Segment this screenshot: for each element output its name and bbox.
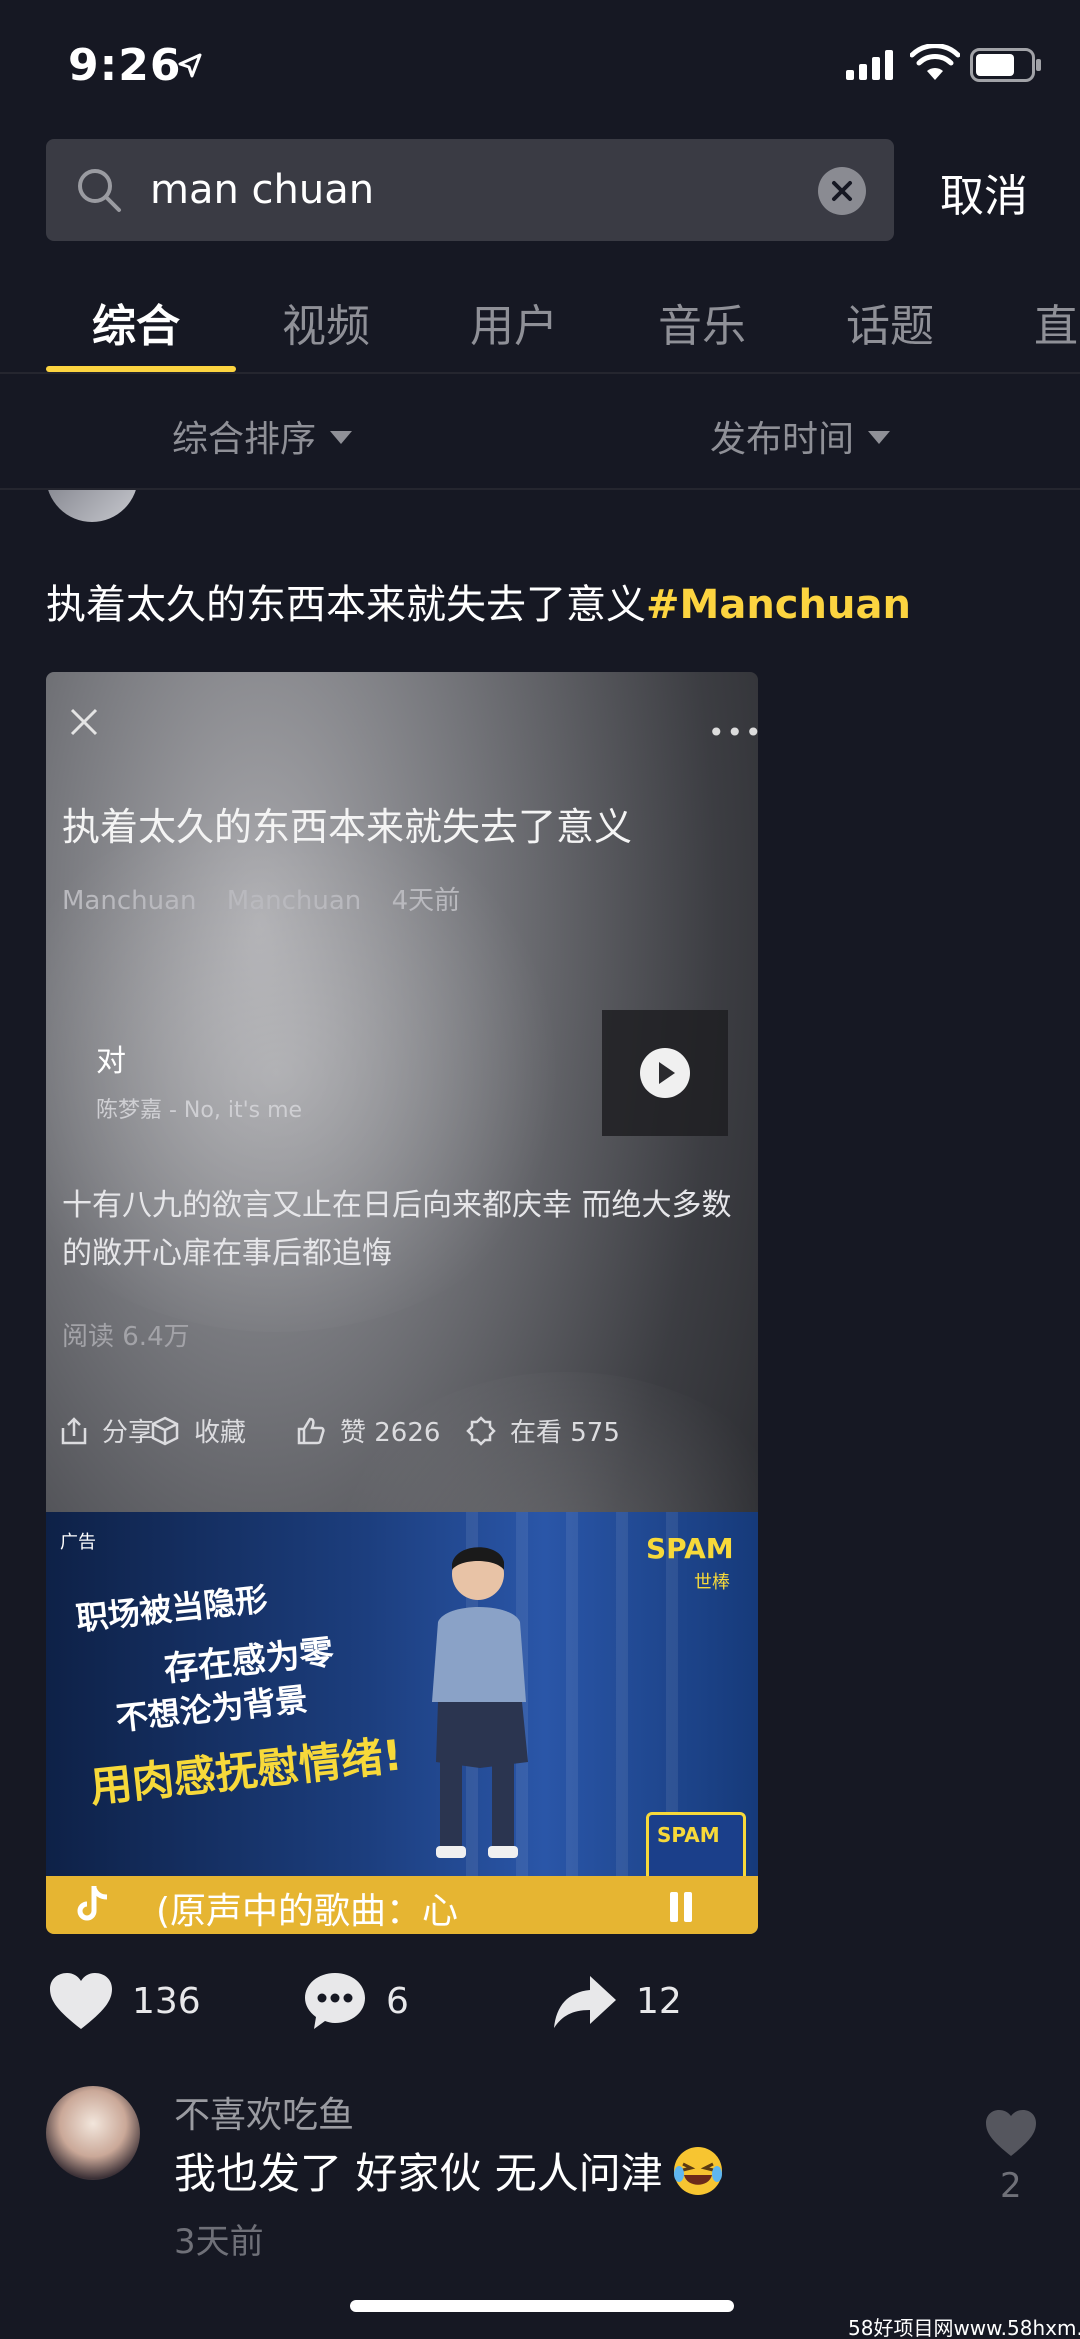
ad-slogan-1: 职场被当隐形 <box>74 1580 270 1638</box>
search-category-tabs: 综合 视频 用户 音乐 话题 直 <box>0 270 1080 372</box>
article-title: 执着太久的东西本来就失去了意义 <box>62 805 633 849</box>
comment-button[interactable]: 6 <box>302 1966 409 2036</box>
caret-down-icon <box>330 430 353 444</box>
ad-brand-sub: 世棒 <box>694 1572 730 1593</box>
location-arrow-icon <box>178 53 202 78</box>
share-arrow-icon <box>554 1976 616 2028</box>
comment-count: 6 <box>386 1980 409 2022</box>
watching-label: 在看 575 <box>510 1418 620 1448</box>
comment-text-content: 我也发了 好家伙 无人问津 <box>174 2149 663 2198</box>
play-icon <box>640 1048 690 1098</box>
comment-like-heart-icon[interactable] <box>984 2108 1038 2158</box>
sort-dropdown[interactable]: 综合排序 <box>172 410 353 462</box>
article-author: Manchuan <box>226 886 362 916</box>
publish-time-dropdown[interactable]: 发布时间 <box>710 410 891 462</box>
pause-icon[interactable] <box>664 1890 698 1924</box>
song-artist: 陈梦嘉 - No, it's me <box>96 1098 303 1123</box>
clear-search-button[interactable] <box>818 167 866 215</box>
cube-icon <box>151 1416 179 1445</box>
cancel-button[interactable]: 取消 <box>940 160 1028 224</box>
filter-bar: 综合排序 发布时间 <box>0 374 1080 488</box>
ad-slogan-3: 不想沦为背景 <box>114 1680 310 1738</box>
publish-time-label: 发布时间 <box>710 419 855 460</box>
tab-topics[interactable]: 话题 <box>846 290 934 354</box>
ad-person-image <box>432 1547 528 1858</box>
status-bar: 9:26 <box>0 0 1080 130</box>
comment-like-count: 2 <box>1000 2166 1022 2206</box>
badge-icon <box>466 1415 496 1446</box>
share-action: 分享 <box>60 1412 154 1449</box>
like-label: 赞 2626 <box>340 1418 441 1448</box>
post-author-row <box>0 490 1080 530</box>
article-body: 十有八九的欲言又止在日后向来都庆幸 而绝大多数的敞开心扉在事后都追悔 <box>62 1188 732 1271</box>
share-count: 12 <box>636 1980 682 2022</box>
search-bar[interactable] <box>46 139 894 241</box>
avatar[interactable] <box>46 2086 140 2180</box>
comment-username[interactable]: 不喜欢吃鱼 <box>174 2086 354 2138</box>
article-meta: Manchuan Manchuan 4天前 <box>62 880 482 917</box>
collect-label: 收藏 <box>194 1418 247 1448</box>
tab-users[interactable]: 用户 <box>470 290 558 354</box>
heart-icon <box>50 1973 112 2029</box>
comment-text: 我也发了 好家伙 无人问津 <box>174 2140 725 2201</box>
status-time: 9:26 <box>68 40 182 91</box>
like-count: 136 <box>132 1980 201 2022</box>
close-icon <box>832 181 852 201</box>
share-icon <box>61 1416 87 1444</box>
watermark: 58好项目网www.58hxm.com <box>848 2316 1080 2339</box>
ad-brand: SPAM <box>646 1532 734 1565</box>
post-caption-text: 执着太久的东西本来就失去了意义 <box>46 582 646 628</box>
share-label: 分享 <box>102 1418 155 1448</box>
comment-icon <box>305 1973 365 2029</box>
share-button[interactable]: 12 <box>552 1966 682 2036</box>
ad-product-brand: SPAM <box>657 1823 720 1847</box>
read-count: 阅读 6.4万 <box>62 1322 190 1352</box>
article-date: 4天前 <box>391 886 461 916</box>
post-caption: 执着太久的东西本来就失去了意义#Manchuan <box>46 572 911 630</box>
tab-comprehensive[interactable]: 综合 <box>92 290 180 354</box>
watching-action: 在看 575 <box>466 1412 620 1449</box>
music-title: (原声中的歌曲：心 <box>156 1891 459 1932</box>
home-indicator <box>350 2300 734 2312</box>
like-button[interactable]: 136 <box>48 1966 201 2036</box>
article-actions: 分享 收藏 赞 2626 在看 575 <box>46 1412 758 1472</box>
song-title: 对 <box>96 1044 126 1079</box>
cellular-signal-icon <box>846 50 893 80</box>
tab-videos[interactable]: 视频 <box>282 290 370 354</box>
sort-label: 综合排序 <box>172 419 317 460</box>
curtain-stripe <box>616 1512 628 1934</box>
collect-action: 收藏 <box>150 1412 246 1449</box>
caret-down-icon <box>868 430 891 444</box>
tiktok-logo-icon <box>77 1886 108 1921</box>
thumbs-up-icon <box>297 1417 325 1444</box>
article-source: Manchuan <box>62 886 197 916</box>
comment-time: 3天前 <box>174 2222 264 2262</box>
more-icon: ••• <box>708 716 758 749</box>
wifi-icon <box>910 44 960 80</box>
hashtag-link[interactable]: #Manchuan <box>646 582 911 628</box>
search-input[interactable] <box>150 159 750 221</box>
curtain-stripe <box>566 1512 578 1934</box>
tab-music[interactable]: 音乐 <box>658 290 746 354</box>
video-player[interactable]: ••• 执着太久的东西本来就失去了意义 Manchuan Manchuan 4天… <box>46 672 758 1934</box>
like-action: 赞 2626 <box>296 1412 440 1449</box>
music-bar: (原声中的歌曲：心 <box>46 1876 758 1934</box>
ad-banner[interactable]: 广告 职场被当隐形 存在感为零 不想沦为背景 用肉感抚慰情绪! SPAM 世棒 … <box>46 1512 758 1934</box>
search-icon <box>78 169 121 212</box>
engagement-bar: 136 6 12 <box>0 1966 1080 2046</box>
avatar[interactable] <box>46 490 138 522</box>
tab-live[interactable]: 直 <box>1034 290 1078 354</box>
laughing-emoji-icon <box>673 2146 722 2195</box>
ad-label: 广告 <box>60 1532 96 1553</box>
battery-icon <box>970 48 1041 82</box>
close-icon <box>70 708 98 736</box>
